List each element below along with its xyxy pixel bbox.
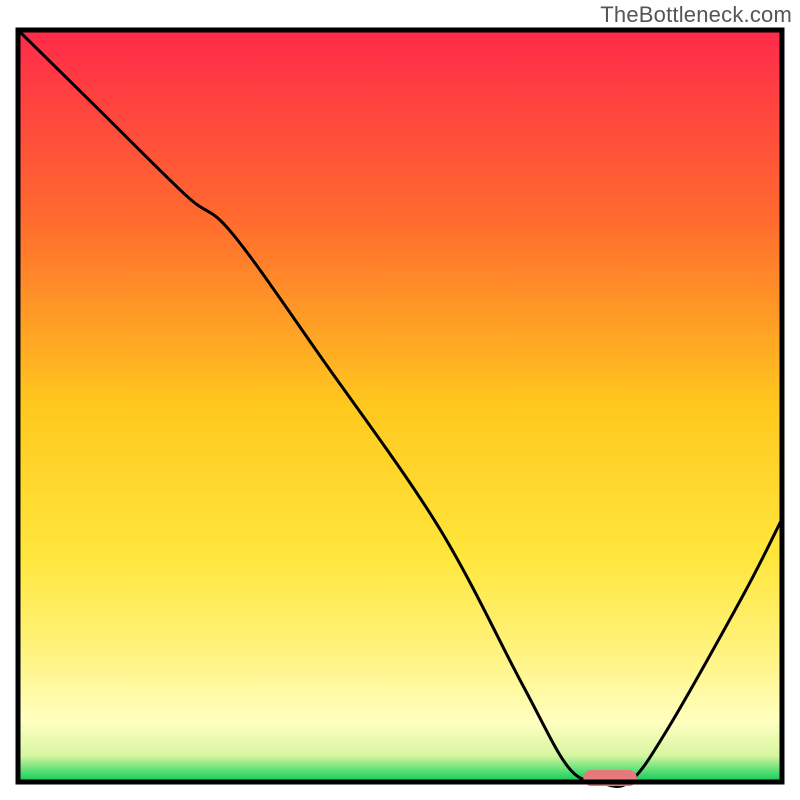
chart-container: TheBottleneck.com bbox=[0, 0, 800, 800]
bottleneck-plot bbox=[0, 0, 800, 800]
